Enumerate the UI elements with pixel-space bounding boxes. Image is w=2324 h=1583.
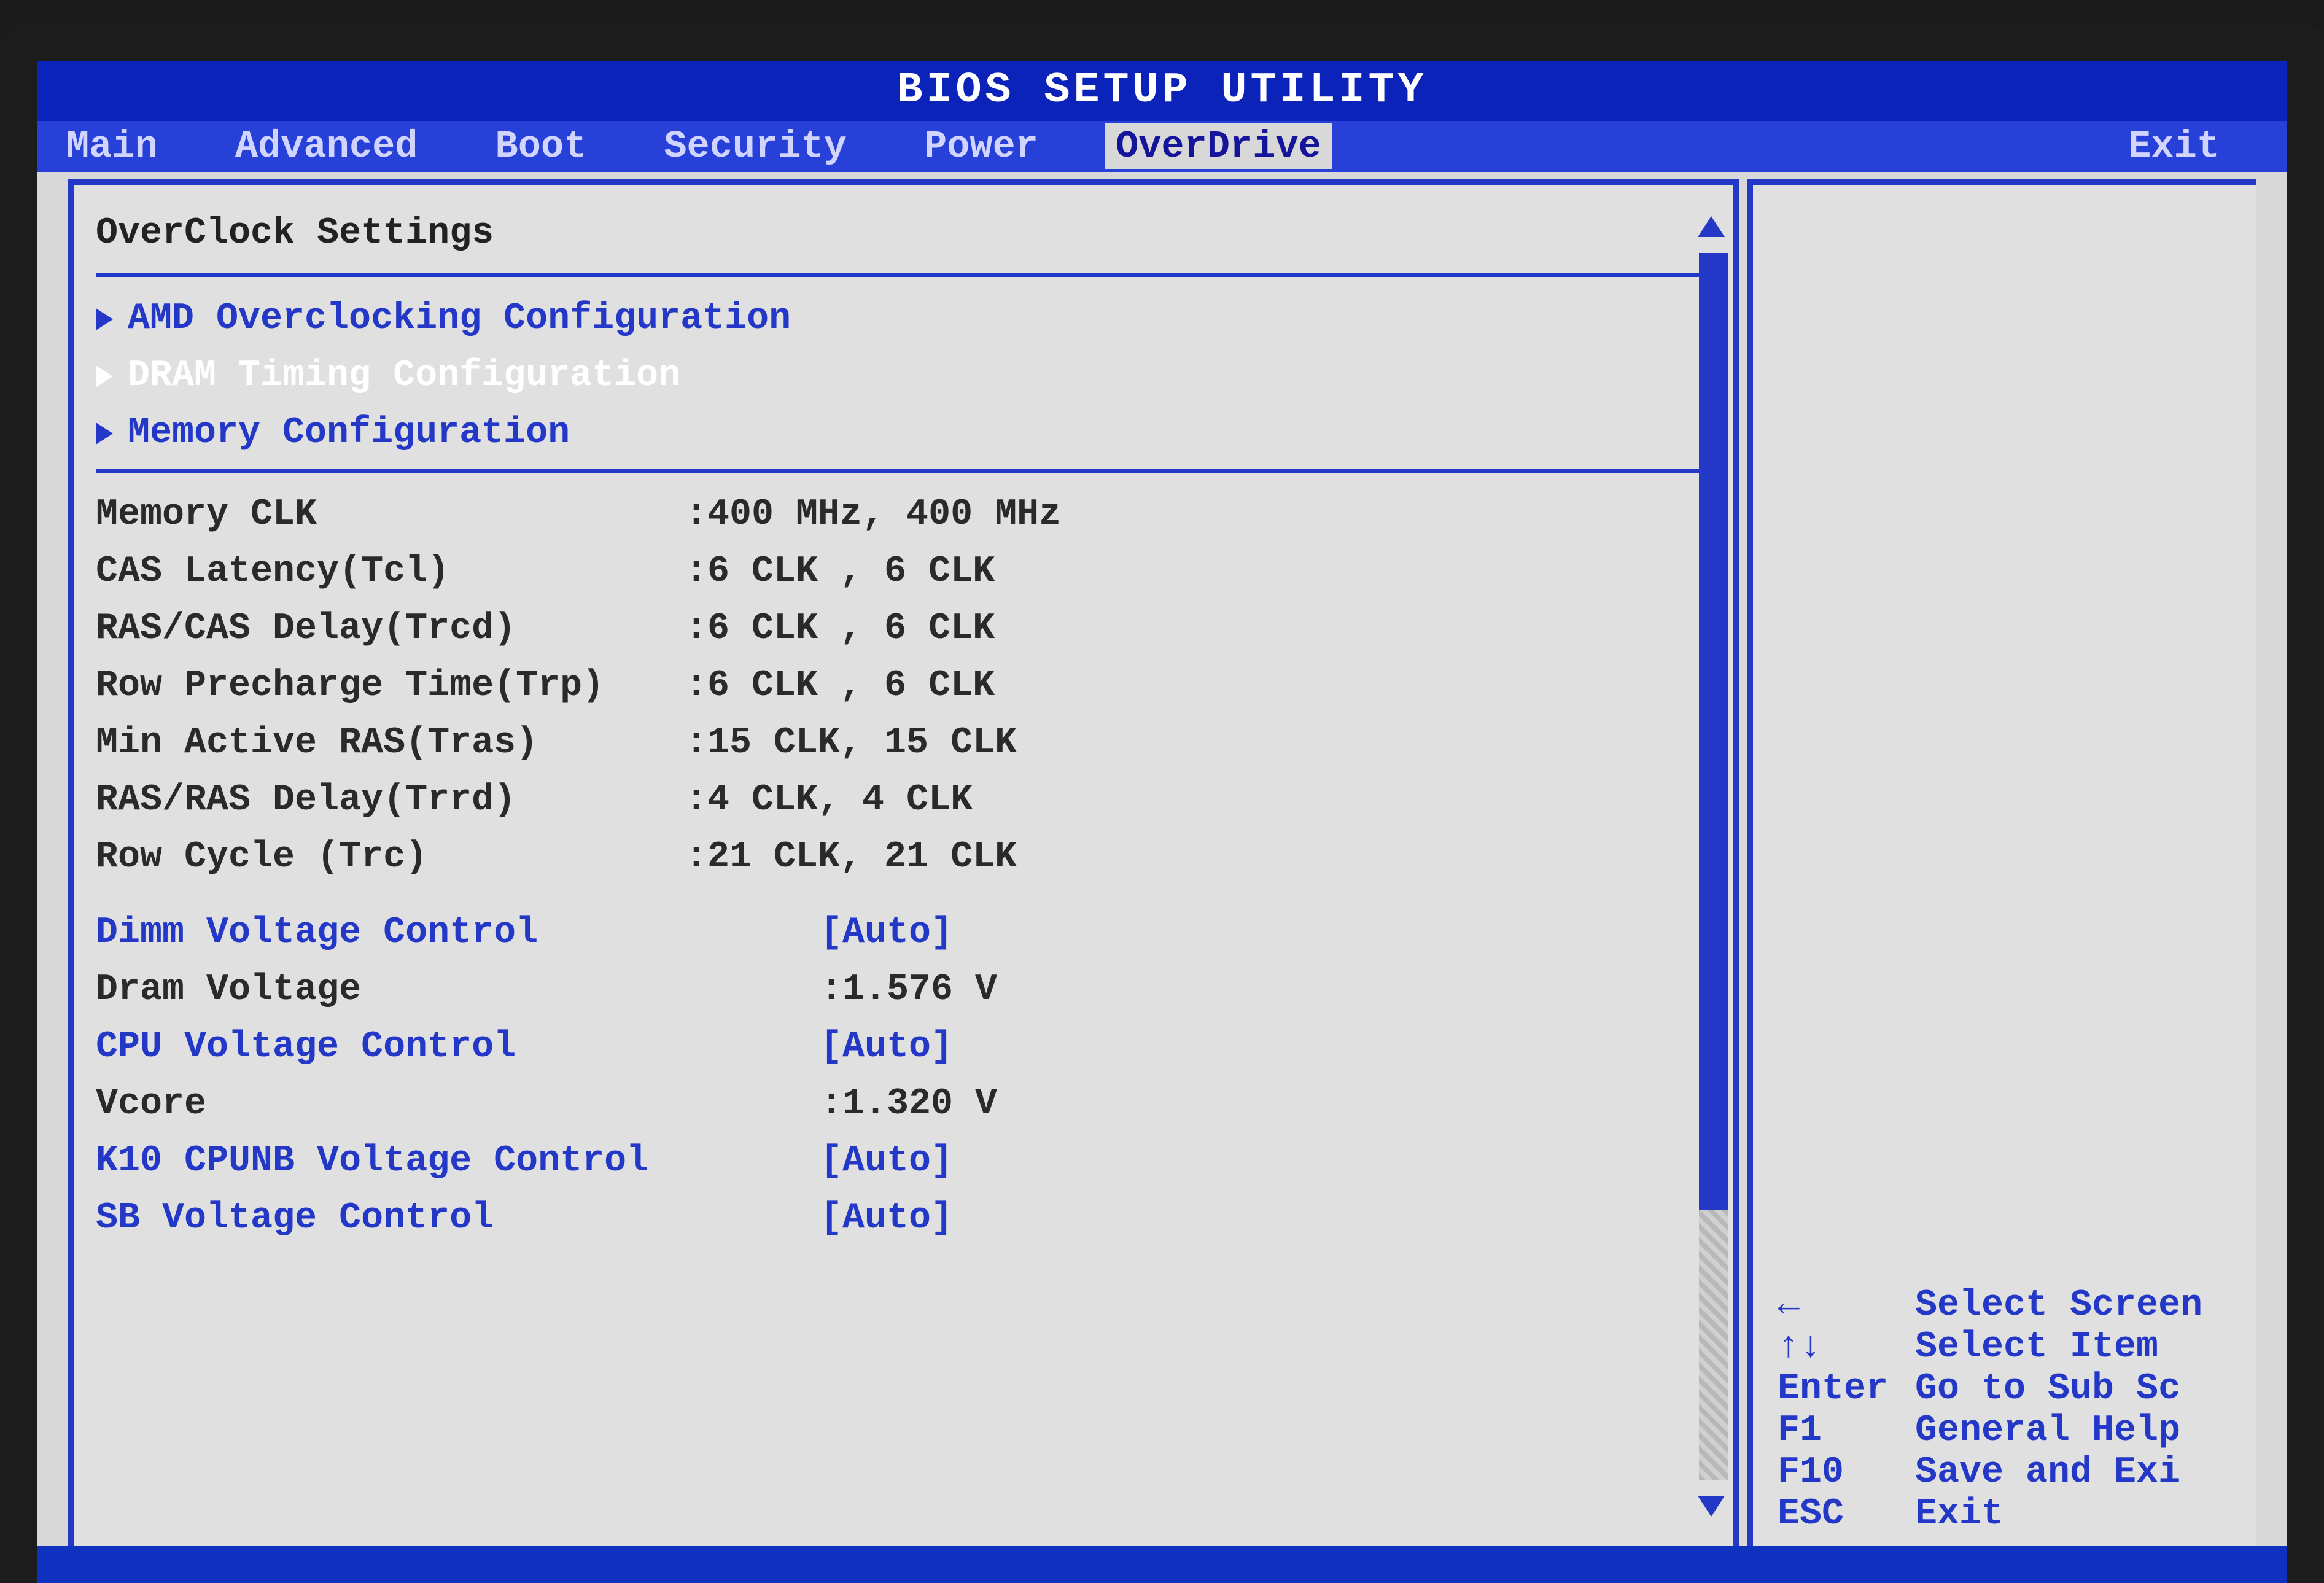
tab-exit[interactable]: Exit xyxy=(2117,123,2269,169)
tab-power[interactable]: Power xyxy=(913,123,1049,169)
scroll-down-icon[interactable] xyxy=(1698,1496,1725,1517)
setting-dram-voltage: Dram Voltage:1.576 V xyxy=(96,962,1711,1019)
submenu-amd-overclocking[interactable]: AMD Overclocking Configuration xyxy=(96,290,1711,348)
info-value: :400 MHz, 400 MHz xyxy=(685,486,1061,543)
title-bar: BIOS SETUP UTILITY xyxy=(37,61,2287,121)
help-text: Exit xyxy=(1915,1493,2003,1535)
setting-value: :1.320 V xyxy=(820,1076,997,1133)
setting-value: :1.576 V xyxy=(820,962,997,1019)
info-value: :4 CLK, 4 CLK xyxy=(685,772,973,829)
bios-screen: BIOS SETUP UTILITY Main Advanced Boot Se… xyxy=(0,25,2324,1583)
setting-label: Dram Voltage xyxy=(96,962,820,1019)
footer-bar xyxy=(37,1546,2287,1583)
help-key: ← xyxy=(1778,1285,1900,1326)
help-select-screen: ← Select Screen xyxy=(1778,1285,2256,1326)
help-enter: Enter Go to Sub Sc xyxy=(1778,1368,2256,1410)
help-text: Save and Exi xyxy=(1915,1452,2180,1493)
divider xyxy=(96,469,1711,473)
info-row-cycle: Row Cycle (Trc):21 CLK, 21 CLK xyxy=(96,829,1711,886)
help-block: ← Select Screen ↑↓ Select Item Enter Go to … xyxy=(1778,1285,2256,1535)
setting-label: CPU Voltage Control xyxy=(96,1019,820,1076)
scroll-up-icon[interactable] xyxy=(1698,216,1725,237)
menu-bar: Main Advanced Boot Security Power OverDr… xyxy=(37,121,2287,172)
settings-pane: OverClock Settings AMD Overclocking Conf… xyxy=(68,179,1739,1554)
info-value: :6 CLK , 6 CLK xyxy=(685,658,995,715)
info-row-precharge: Row Precharge Time(Trp):6 CLK , 6 CLK xyxy=(96,658,1711,715)
info-label: CAS Latency(Tcl) xyxy=(96,543,685,601)
setting-value: [Auto] xyxy=(820,1190,953,1247)
info-min-active-ras: Min Active RAS(Tras):15 CLK, 15 CLK xyxy=(96,715,1711,772)
submenu-label: DRAM Timing Configuration xyxy=(128,348,680,405)
app-title: BIOS SETUP UTILITY xyxy=(896,66,1427,115)
help-esc: ESC Exit xyxy=(1778,1493,2256,1535)
tab-security[interactable]: Security xyxy=(653,123,858,169)
setting-sb-voltage-control[interactable]: SB Voltage Control[Auto] xyxy=(96,1190,1711,1247)
info-label: Row Cycle (Trc) xyxy=(96,829,685,886)
setting-label: SB Voltage Control xyxy=(96,1190,820,1247)
submenu-label: Memory Configuration xyxy=(128,405,570,462)
info-value: :15 CLK, 15 CLK xyxy=(685,715,1017,772)
submenu-memory-config[interactable]: Memory Configuration xyxy=(96,405,1711,462)
info-value: :6 CLK , 6 CLK xyxy=(685,601,995,658)
info-label: Memory CLK xyxy=(96,486,685,543)
setting-value: [Auto] xyxy=(820,904,953,962)
setting-dimm-voltage-control[interactable]: Dimm Voltage Control[Auto] xyxy=(96,904,1711,962)
triangle-icon xyxy=(96,422,113,445)
setting-label: K10 CPUNB Voltage Control xyxy=(96,1133,820,1190)
triangle-icon xyxy=(96,308,113,330)
setting-vcore: Vcore:1.320 V xyxy=(96,1076,1711,1133)
info-ras-cas-delay: RAS/CAS Delay(Trcd):6 CLK , 6 CLK xyxy=(96,601,1711,658)
triangle-icon xyxy=(96,365,113,387)
info-label: Row Precharge Time(Trp) xyxy=(96,658,685,715)
setting-k10-cpunb-voltage-control[interactable]: K10 CPUNB Voltage Control[Auto] xyxy=(96,1133,1711,1190)
info-value: :6 CLK , 6 CLK xyxy=(685,543,995,601)
help-key: ESC xyxy=(1778,1493,1900,1535)
help-text: Select Screen xyxy=(1915,1285,2202,1326)
scrollbar[interactable] xyxy=(1699,253,1728,1480)
setting-label: Dimm Voltage Control xyxy=(96,904,820,962)
tab-overdrive[interactable]: OverDrive xyxy=(1105,123,1332,169)
content-area: OverClock Settings AMD Overclocking Conf… xyxy=(68,179,2256,1554)
info-memory-clk: Memory CLK:400 MHz, 400 MHz xyxy=(96,486,1711,543)
setting-value: [Auto] xyxy=(820,1133,953,1190)
tab-advanced[interactable]: Advanced xyxy=(224,123,429,169)
help-f10: F10 Save and Exi xyxy=(1778,1452,2256,1493)
help-pane: ← Select Screen ↑↓ Select Item Enter Go to … xyxy=(1747,179,2256,1554)
info-label: RAS/CAS Delay(Trcd) xyxy=(96,601,685,658)
help-key: ↑↓ xyxy=(1778,1326,1900,1368)
info-value: :21 CLK, 21 CLK xyxy=(685,829,1017,886)
info-ras-ras-delay: RAS/RAS Delay(Trrd):4 CLK, 4 CLK xyxy=(96,772,1711,829)
help-key: F1 xyxy=(1778,1410,1900,1452)
help-key: F10 xyxy=(1778,1452,1900,1493)
setting-label: Vcore xyxy=(96,1076,820,1133)
help-text: General Help xyxy=(1915,1410,2180,1452)
info-cas-latency: CAS Latency(Tcl):6 CLK , 6 CLK xyxy=(96,543,1711,601)
setting-value: [Auto] xyxy=(820,1019,953,1076)
submenu-label: AMD Overclocking Configuration xyxy=(128,290,791,348)
divider xyxy=(96,273,1711,277)
info-label: RAS/RAS Delay(Trrd) xyxy=(96,772,685,829)
help-text: Go to Sub Sc xyxy=(1915,1368,2180,1410)
tab-boot[interactable]: Boot xyxy=(484,123,597,169)
tab-main[interactable]: Main xyxy=(55,123,169,169)
info-label: Min Active RAS(Tras) xyxy=(96,715,685,772)
section-title: OverClock Settings xyxy=(96,205,1711,262)
help-key: Enter xyxy=(1778,1368,1900,1410)
submenu-dram-timing[interactable]: DRAM Timing Configuration xyxy=(96,348,1711,405)
help-text: Select Item xyxy=(1915,1326,2158,1368)
help-select-item: ↑↓ Select Item xyxy=(1778,1326,2256,1368)
setting-cpu-voltage-control[interactable]: CPU Voltage Control[Auto] xyxy=(96,1019,1711,1076)
help-f1: F1 General Help xyxy=(1778,1410,2256,1452)
